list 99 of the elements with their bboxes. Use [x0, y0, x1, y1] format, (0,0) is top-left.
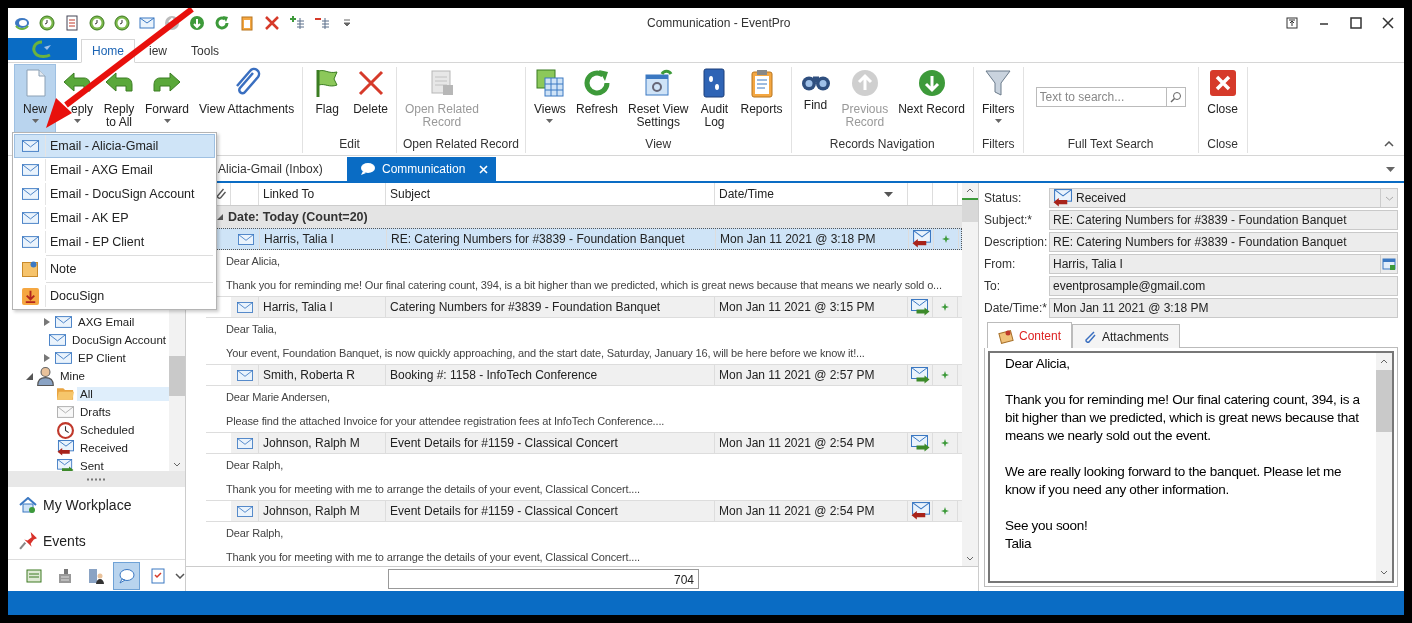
ribbon-button[interactable]: Delete: [348, 64, 393, 135]
table-cell: Event Details for #1159 - Classical Concert: [386, 501, 715, 521]
ribbon-button[interactable]: eply: [56, 64, 98, 136]
group-label: View: [644, 136, 673, 153]
input-field[interactable]: Harris, Talia I: [1049, 254, 1398, 274]
message-paragraph: We are really looking forward to the banquet. Please let me know if you need any other information.: [1005, 463, 1343, 499]
table-cell: Booking #: 1158 - InfoTech Conference: [386, 365, 715, 385]
preview-text: Dear Alicia,: [225, 254, 281, 269]
document-tab[interactable]: Alicia-Gmail (Inbox): [214, 157, 347, 181]
input-field[interactable]: eventprosample@gmail.com: [1049, 276, 1398, 296]
table-cell: Mon Jan 11 2021 @ 2:54 PM: [715, 433, 908, 453]
content-tab[interactable]: Content: [987, 322, 1073, 348]
tree-item[interactable]: Received: [77, 441, 131, 455]
field-label: Description:: [984, 235, 1049, 249]
ribbon-button[interactable]: Reply to All: [98, 64, 140, 136]
tree-item[interactable]: Sent: [77, 459, 107, 471]
group-label: Filters: [980, 136, 1016, 153]
preview-text: Please find the attached Invoice for your attendee registration fees at InfoTech Conference....: [225, 414, 666, 429]
table-cell: Johnson, Ralph M: [259, 433, 386, 453]
table-cell: Mon Jan 11 2021 @ 3:18 PM: [716, 229, 909, 249]
preview-text: Thank you for meeting with me to arrange the details of your event, Classical Concert....: [225, 550, 642, 565]
message-paragraph: See you soon! Talia: [1005, 517, 1089, 553]
tree-item[interactable]: All: [77, 387, 169, 401]
column-header[interactable]: Subject: [386, 183, 715, 205]
ribbon-button[interactable]: Next Record: [893, 64, 970, 135]
tree-item[interactable]: EP Client: [75, 351, 129, 365]
preview-text: Dear Marie Andersen,: [225, 390, 331, 405]
table-row[interactable]: Johnson, Ralph M Event Details for #1159 - Classical Concert Mon Jan 11 2021 @ 2:54 PM: [206, 500, 962, 522]
menu-item[interactable]: Note: [14, 257, 215, 281]
column-header[interactable]: Linked To: [259, 183, 386, 205]
message-paragraph: Thank you for reminding me! Our final catering count, 394, is a bit higher than we predicted, which is great news because that means we nearly sold out the event.: [1005, 391, 1361, 445]
ribbon-button[interactable]: Flag: [306, 64, 349, 135]
preview-text: Dear Ralph,: [225, 458, 285, 473]
ribbon-button[interactable]: Refresh: [570, 64, 623, 135]
preview-text: Thank you for meeting with me to arrange the details of your event, Classical Concert....: [225, 482, 642, 497]
preview-text: Dear Ralph,: [225, 526, 285, 541]
document-tab[interactable]: Communication: [347, 157, 497, 181]
input-field[interactable]: Received: [1049, 188, 1398, 208]
navigation-item[interactable]: Events: [8, 523, 185, 559]
tree-item[interactable]: DocuSign Account: [69, 333, 169, 347]
table-cell: Mon Jan 11 2021 @ 2:54 PM: [715, 501, 908, 521]
table-cell: Harris, Talia I: [259, 297, 386, 317]
group-label: Records Navigation: [828, 136, 936, 153]
ribbon-button[interactable]: Close: [1201, 64, 1244, 135]
content-tab[interactable]: Attachments: [1072, 324, 1180, 348]
field-label: From:: [984, 257, 1017, 271]
table-row[interactable]: Johnson, Ralph M Event Details for #1159 - Classical Concert Mon Jan 11 2021 @ 2:54 PM: [206, 432, 962, 454]
tree-item[interactable]: Drafts: [77, 405, 114, 419]
ribbon-tab[interactable]: Tools: [181, 40, 230, 62]
preview-text: Your event, Foundation Banquet, is now quickly approaching, and the start date, Saturday, January 16, will be here before we know it!...: [225, 346, 866, 361]
group-label: Edit: [338, 136, 361, 153]
ribbon-button[interactable]: Filters: [976, 64, 1020, 135]
ribbon-button[interactable]: Reports: [735, 64, 788, 135]
window-title: Communication - EventPro: [646, 16, 792, 30]
ribbon-button[interactable]: View Attachments: [194, 64, 300, 136]
menu-item[interactable]: Email - DocuSign Account: [14, 182, 215, 206]
table-row[interactable]: Smith, Roberta R Booking #: 1158 - InfoTech Conference Mon Jan 11 2021 @ 2:57 PM: [206, 364, 962, 386]
menu-item[interactable]: Email - EP Client: [14, 230, 215, 254]
ribbon-tab[interactable]: iew: [139, 40, 178, 62]
ribbon-button[interactable]: Audit Log: [693, 64, 736, 135]
field-label: To:: [984, 279, 1001, 293]
column-header[interactable]: Date/Time: [715, 183, 908, 205]
group-header: Date: Today (Count=20): [228, 210, 368, 224]
ribbon-tab[interactable]: Home: [81, 39, 135, 63]
menu-item[interactable]: Email - AXG Email: [14, 158, 215, 182]
table-cell: Mon Jan 11 2021 @ 2:57 PM: [715, 365, 908, 385]
search-field[interactable]: Text to search...: [1035, 87, 1166, 107]
input-field[interactable]: Mon Jan 11 2021 @ 3:18 PM: [1049, 298, 1398, 318]
tree-item[interactable]: Scheduled: [77, 423, 138, 437]
table-cell: Mon Jan 11 2021 @ 3:15 PM: [715, 297, 908, 317]
field-label: Status:: [984, 191, 1023, 205]
navigation-item[interactable]: My Workplace: [8, 487, 185, 523]
summary-value: 704: [388, 569, 699, 589]
table-cell: Event Details for #1159 - Classical Concert: [386, 433, 715, 453]
tree-item[interactable]: AXG Email: [75, 315, 138, 329]
menu-item[interactable]: DocuSign: [14, 284, 215, 308]
menu-item[interactable]: Email - Alicia-Gmail: [14, 134, 215, 158]
field-label: Subject:*: [984, 213, 1034, 227]
input-field[interactable]: RE: Catering Numbers for #3839 - Foundation Banquet: [1049, 232, 1398, 252]
ribbon-button[interactable]: Reset View Settings: [623, 64, 694, 135]
preview-text: Thank you for reminding me! Our final catering count, 394, is a bit higher than we predicted, which is great news because that means we nearly sold o...: [225, 278, 943, 293]
ribbon-button[interactable]: Find: [794, 64, 837, 135]
message-paragraph: Dear Alicia,: [1005, 355, 1071, 373]
group-label: Full Text Search: [1066, 136, 1155, 153]
group-label: Open Related Record: [401, 136, 520, 153]
table-row[interactable]: Harris, Talia I Catering Numbers for #3839 - Foundation Banquet Mon Jan 11 2021 @ 3:15 PM: [206, 296, 962, 318]
group-label: Close: [1206, 136, 1239, 153]
ribbon-button[interactable]: Views: [528, 64, 571, 135]
table-cell: Smith, Roberta R: [259, 365, 386, 385]
tree-item[interactable]: Mine: [57, 369, 88, 383]
menu-item[interactable]: Email - AK EP: [14, 206, 215, 230]
table-cell: RE: Catering Numbers for #3839 - Foundation Banquet: [387, 229, 716, 249]
input-field[interactable]: RE: Catering Numbers for #3839 - Foundation Banquet: [1049, 210, 1398, 230]
preview-text: Dear Talia,: [225, 322, 278, 337]
table-cell: Catering Numbers for #3839 - Foundation Banquet: [386, 297, 715, 317]
ribbon-button[interactable]: Forward: [140, 64, 195, 136]
table-cell: Johnson, Ralph M: [259, 501, 386, 521]
table-cell: Harris, Talia I: [260, 229, 387, 249]
field-label: Date/Time:*: [984, 301, 1048, 315]
